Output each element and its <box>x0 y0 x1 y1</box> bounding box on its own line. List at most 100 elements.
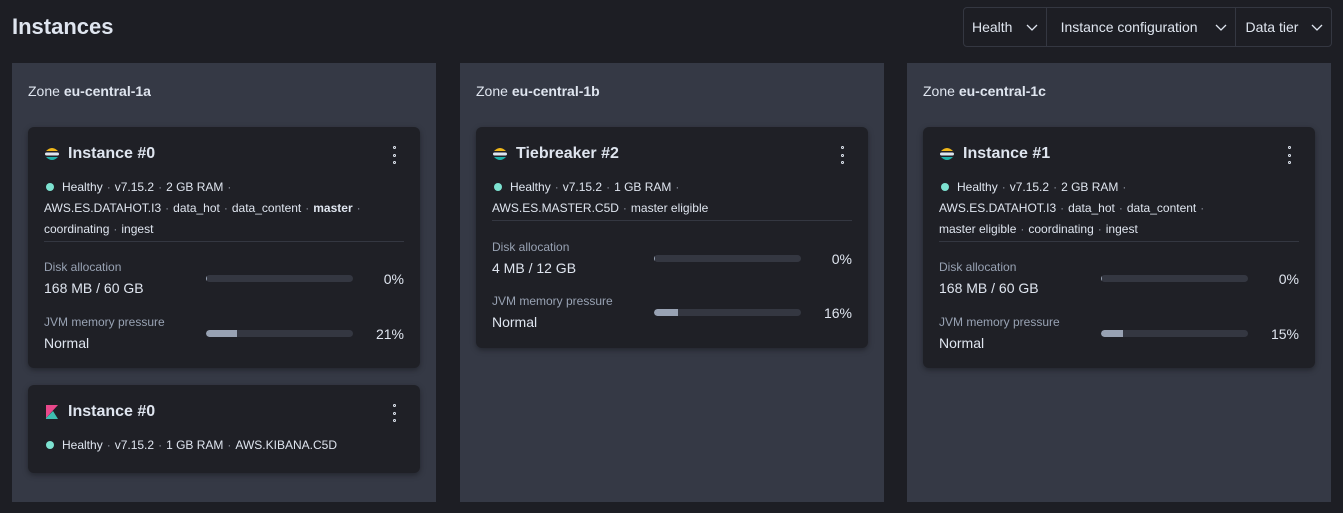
node-role: ingest <box>121 222 154 236</box>
disk-allocation-metric: Disk allocation 168 MB / 60 GB 0% <box>939 260 1299 300</box>
jvm-memory-metric: JVM memory pressure Normal 15% <box>939 315 1299 355</box>
instance-meta: Healthy · v7.15.2 · 1 GB RAM · AWS.KIBANA.C5D <box>46 435 408 456</box>
health-status: Healthy <box>62 438 103 452</box>
metric-percent: 15% <box>1270 326 1299 342</box>
metric-label: JVM memory pressure <box>939 315 1060 329</box>
jvm-progress-bar <box>206 330 353 337</box>
metric-label: Disk allocation <box>44 260 122 274</box>
jvm-progress-bar <box>654 309 801 316</box>
metric-value: 168 MB / 60 GB <box>44 280 144 296</box>
more-options-icon[interactable] <box>1285 146 1293 164</box>
metric-label: JVM memory pressure <box>492 294 613 308</box>
metric-value: 4 MB / 12 GB <box>492 260 577 276</box>
node-role: ingest <box>1105 222 1138 236</box>
zone-name: eu-central-1b <box>511 83 600 99</box>
chevron-down-icon <box>1215 24 1226 31</box>
node-role-master: master <box>313 201 353 215</box>
instance-type: AWS.ES.DATAHOT.I3 <box>44 201 162 215</box>
metric-percent: 16% <box>823 305 852 321</box>
instance-meta: Healthy · v7.15.2 · 2 GB RAM · AWS.ES.DATAHOT… <box>44 180 361 236</box>
metric-label: JVM memory pressure <box>44 315 165 329</box>
divider <box>44 241 404 242</box>
version: v7.15.2 <box>114 438 155 452</box>
health-filter-label: Health <box>972 19 1013 35</box>
metric-value: 168 MB / 60 GB <box>939 280 1039 296</box>
version: v7.15.2 <box>114 180 155 194</box>
zone-name: eu-central-1a <box>63 83 151 99</box>
metric-percent: 0% <box>383 271 404 287</box>
ram-size: 1 GB RAM <box>166 438 224 452</box>
node-role: master eligible <box>939 222 1017 236</box>
metric-percent: 21% <box>375 326 404 342</box>
instance-type: AWS.KIBANA.C5D <box>235 438 337 452</box>
zone-title: Zone eu-central-1c <box>923 83 1046 99</box>
health-status: Healthy <box>957 180 998 194</box>
metric-value: Normal <box>44 335 90 351</box>
more-options-icon[interactable] <box>838 146 846 164</box>
ram-size: 2 GB RAM <box>1061 180 1119 194</box>
filter-group: Health Instance configuration Data tier <box>963 7 1332 47</box>
ram-size: 2 GB RAM <box>166 180 224 194</box>
progress-fill <box>1101 330 1124 337</box>
disk-allocation-metric: Disk allocation 4 MB / 12 GB 0% <box>492 240 852 280</box>
version: v7.15.2 <box>1009 180 1050 194</box>
zone-prefix: Zone <box>923 83 955 99</box>
data-tier-filter-button[interactable]: Data tier <box>1236 8 1332 46</box>
card-header: Instance #0 <box>44 145 155 163</box>
progress-fill <box>206 275 207 282</box>
zone-prefix: Zone <box>28 83 60 99</box>
divider <box>939 241 1299 242</box>
elasticsearch-logo-icon <box>493 148 507 160</box>
divider <box>492 220 852 221</box>
card-header: Instance #0 <box>44 403 155 421</box>
health-status: Healthy <box>510 180 551 194</box>
zone-title: Zone eu-central-1b <box>476 83 600 99</box>
zone-name: eu-central-1c <box>958 83 1046 99</box>
card-header: Instance #1 <box>939 145 1050 163</box>
tiebreaker-card[interactable]: Tiebreaker #2 Healthy · v7.15.2 · 1 GB RAM · … <box>476 127 868 348</box>
instance-type: AWS.ES.MASTER.C5D <box>492 201 619 215</box>
disk-progress-bar <box>654 255 801 262</box>
health-status-icon <box>941 183 949 191</box>
chevron-down-icon <box>1311 24 1323 31</box>
metric-value: Normal <box>939 335 985 351</box>
card-title: Instance #0 <box>68 403 156 420</box>
metric-label: Disk allocation <box>492 240 570 254</box>
node-role: data_hot <box>173 201 220 215</box>
metric-percent: 0% <box>831 251 852 267</box>
data-tier-filter-label: Data tier <box>1245 19 1299 35</box>
zone-panel-eu-central-1c: Zone eu-central-1c Instance #1 Healthy · v… <box>907 63 1331 502</box>
kibana-logo-icon <box>46 405 58 419</box>
node-role: master eligible <box>630 201 709 215</box>
disk-progress-bar <box>1101 275 1248 282</box>
progress-fill <box>1101 275 1102 282</box>
instance-card[interactable]: Instance #0 Healthy · v7.15.2 · 1 GB RAM · AWS… <box>28 385 420 473</box>
jvm-memory-metric: JVM memory pressure Normal 21% <box>44 315 404 355</box>
instance-meta: Healthy · v7.15.2 · 2 GB RAM · AWS.ES.DATAHOT… <box>939 180 1205 236</box>
card-title: Instance #1 <box>963 145 1051 162</box>
elasticsearch-logo-icon <box>940 148 954 160</box>
node-role: data_hot <box>1068 201 1115 215</box>
more-options-icon[interactable] <box>390 146 398 164</box>
instance-meta: Healthy · v7.15.2 · 1 GB RAM · AWS.ES.MASTER.… <box>492 180 709 215</box>
health-status: Healthy <box>62 180 103 194</box>
instance-card[interactable]: Instance #0 Healthy · v7.15.2 · 2 GB RAM · AW… <box>28 127 420 368</box>
health-status-icon <box>494 183 502 191</box>
card-header: Tiebreaker #2 <box>492 145 619 163</box>
node-role: data_content <box>231 201 302 215</box>
health-status-icon <box>46 183 54 191</box>
instance-configuration-filter-button[interactable]: Instance configuration <box>1047 8 1236 46</box>
node-role: coordinating <box>1028 222 1094 236</box>
disk-allocation-metric: Disk allocation 168 MB / 60 GB 0% <box>44 260 404 300</box>
progress-fill <box>654 309 678 316</box>
instance-card[interactable]: Instance #1 Healthy · v7.15.2 · 2 GB RAM · AW… <box>923 127 1315 368</box>
health-filter-button[interactable]: Health <box>964 8 1047 46</box>
more-options-icon[interactable] <box>390 404 398 422</box>
progress-fill <box>206 330 237 337</box>
node-role: data_content <box>1126 201 1197 215</box>
metric-label: Disk allocation <box>939 260 1017 274</box>
progress-fill <box>654 255 655 262</box>
card-title: Instance #0 <box>68 145 156 162</box>
metric-percent: 0% <box>1278 271 1299 287</box>
zone-prefix: Zone <box>476 83 508 99</box>
